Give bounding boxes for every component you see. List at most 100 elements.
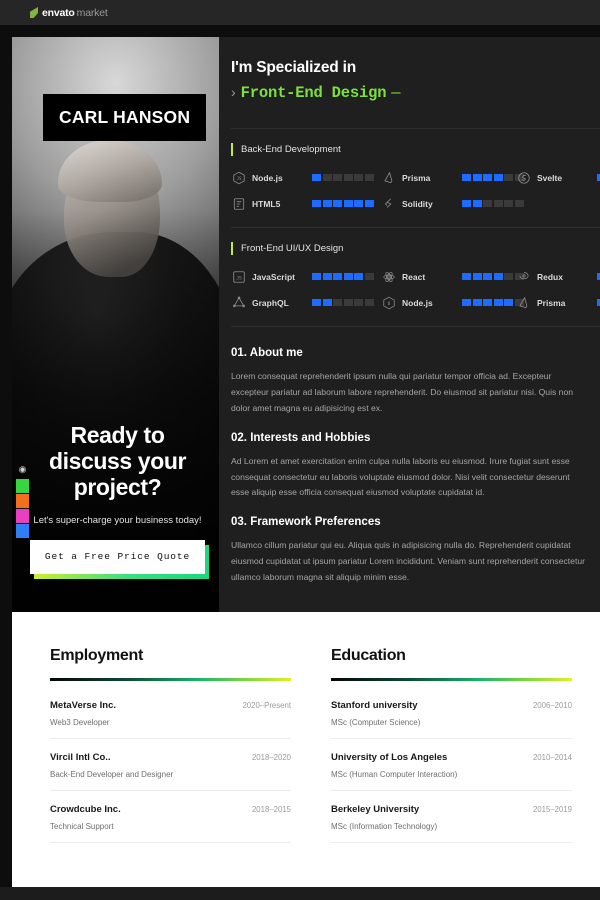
specialization-kicker: I'm Specialized in <box>231 59 356 76</box>
envato-brand-text: envato <box>42 6 75 19</box>
table-row: Stanford university 2006–2010 MSc (Compu… <box>331 700 572 739</box>
skill-group-title: Back-End Development <box>241 144 341 155</box>
swatch-pink[interactable] <box>16 509 29 523</box>
narrative-body: Ullamco cillum pariatur qui eu. Aliqua q… <box>231 540 585 583</box>
narrative-body: Lorem consequat reprehenderit ipsum null… <box>231 371 574 413</box>
skills-divider-bottom <box>231 326 600 327</box>
skill-meter <box>462 299 524 306</box>
skill-prisma: Prisma <box>381 170 524 185</box>
redux-icon <box>516 269 531 284</box>
narrative-heading: 02. Interests and Hobbies <box>231 432 586 444</box>
skill-group-frontend: Front-End UI/UX Design JS JavaScript Rea… <box>231 242 600 310</box>
skills-section: Back-End Development JS Node.js Prisma S… <box>219 128 600 327</box>
entry-organization: University of Los Angeles <box>331 752 448 763</box>
skill-name: GraphQL <box>252 297 289 308</box>
entry-top: Berkeley University 2015–2019 <box>331 804 572 815</box>
hero-photo-panel: CARL HANSON Ready to discuss your projec… <box>12 37 219 612</box>
narrative-heading: 01. About me <box>231 347 586 359</box>
table-row: University of Los Angeles 2010–2014 MSc … <box>331 752 572 791</box>
employment-column: Employment MetaVerse Inc. 2020–Present W… <box>12 647 319 887</box>
swatch-orange[interactable] <box>16 494 29 508</box>
group-accent-bar <box>231 143 233 156</box>
entry-organization: MetaVerse Inc. <box>50 700 117 711</box>
entry-top: Crowdcube Inc. 2018–2015 <box>50 804 291 815</box>
table-row: Crowdcube Inc. 2018–2015 Technical Suppo… <box>50 804 291 843</box>
graphql-icon <box>231 295 246 310</box>
narrative-title: Interests and Hobbies <box>250 431 371 444</box>
skill-meter <box>312 174 374 181</box>
entry-role: MSc (Computer Science) <box>331 718 421 727</box>
narrative-heading: 03. Framework Preferences <box>231 516 586 528</box>
typing-caret-icon: — <box>391 84 401 102</box>
nodejs-icon: B <box>381 295 396 310</box>
entry-role: MSc (Information Technology) <box>331 822 438 831</box>
entry-top: Stanford university 2006–2010 <box>331 700 572 711</box>
hero-detail-pane: I'm Specialized in › Front-End Design — … <box>219 37 600 612</box>
prisma-icon <box>516 295 531 310</box>
envato-top-bar: envato market <box>0 0 600 25</box>
skill-node-js-2: B Node.js <box>381 295 524 310</box>
skills-divider-top <box>231 128 600 129</box>
skill-name: Svelte <box>537 172 563 183</box>
table-row: Vircil Intl Co.. 2018–2020 Back-End Deve… <box>50 752 291 791</box>
narrative-body: Ad Lorem et amet exercitation enim culpa… <box>231 455 570 498</box>
narrative-number: 03. <box>231 516 247 529</box>
entry-organization: Stanford university <box>331 700 418 711</box>
javascript-icon: JS <box>231 269 246 284</box>
color-swatch-rail[interactable]: ◉ <box>16 463 29 538</box>
skill-name: Redux <box>537 271 563 282</box>
skill-node-js: JS Node.js <box>231 170 381 185</box>
narrative-item-about: 01. About me Lorem consequat reprehender… <box>231 347 586 417</box>
skill-solidity: Solidity <box>381 196 524 211</box>
entry-role: Technical Support <box>50 822 114 831</box>
skill-meter <box>312 273 374 280</box>
entry-role: Web3 Developer <box>50 718 110 727</box>
entry-organization: Berkeley University <box>331 804 420 815</box>
skills-divider-middle <box>231 227 600 228</box>
cta-subtitle: Let's super-charge your business today! <box>33 514 202 526</box>
react-icon <box>381 269 396 284</box>
narrative-number: 01. <box>231 347 247 359</box>
skill-react: React <box>381 269 524 284</box>
swatch-blue[interactable] <box>16 524 29 538</box>
envato-logo[interactable]: envato market <box>30 7 108 19</box>
entry-date: 2018–2020 <box>251 753 291 762</box>
skill-redux: Redux <box>516 269 600 284</box>
get-free-price-quote-button[interactable]: Get a Free Price Quote <box>30 539 205 574</box>
entry-top: MetaVerse Inc. 2020–Present <box>50 700 291 711</box>
skill-group-backend: Back-End Development JS Node.js Prisma S… <box>231 143 600 211</box>
entry-date: 2006–2010 <box>532 701 572 710</box>
narrative-title: About me <box>249 347 303 359</box>
entry-top: Vircil Intl Co.. 2018–2020 <box>50 752 291 763</box>
skill-name: Node.js <box>252 172 283 183</box>
entry-organization: Crowdcube Inc. <box>50 804 121 815</box>
specialization-line: › Front-End Design — <box>231 84 600 102</box>
svg-text:B: B <box>387 300 390 305</box>
chevron-right-icon: › <box>231 84 236 100</box>
education-rule <box>331 678 572 681</box>
skill-name: React <box>402 271 426 282</box>
entry-role: Back-End Developer and Designer <box>50 770 174 779</box>
skill-meter <box>462 174 524 181</box>
education-column: Education Stanford university 2006–2010 … <box>319 647 600 887</box>
education-title: Education <box>331 647 406 664</box>
html5-icon <box>231 196 246 211</box>
table-row: Berkeley University 2015–2019 MSc (Infor… <box>331 804 572 843</box>
skill-name: Solidity <box>402 198 433 209</box>
person-name: CARL HANSON <box>59 107 191 127</box>
prisma-icon <box>381 170 396 185</box>
skill-name: HTML5 <box>252 198 281 209</box>
skill-group-header: Back-End Development <box>231 143 600 156</box>
nodejs-icon: JS <box>231 170 246 185</box>
skill-meter <box>312 299 374 306</box>
cta-title: Ready to discuss your project? <box>48 422 187 501</box>
skill-meter <box>312 200 374 207</box>
swatch-green[interactable] <box>16 479 29 493</box>
entry-role: MSc (Human Computer Interaction) <box>331 770 458 779</box>
skill-group-header: Front-End UI/UX Design <box>231 242 600 255</box>
skill-svelte: Svelte <box>516 170 600 185</box>
table-row: MetaVerse Inc. 2020–Present Web3 Develop… <box>50 700 291 739</box>
skill-javascript: JS JavaScript <box>231 269 381 284</box>
skill-name: Prisma <box>402 172 431 183</box>
skill-name: Node.js <box>402 297 433 308</box>
